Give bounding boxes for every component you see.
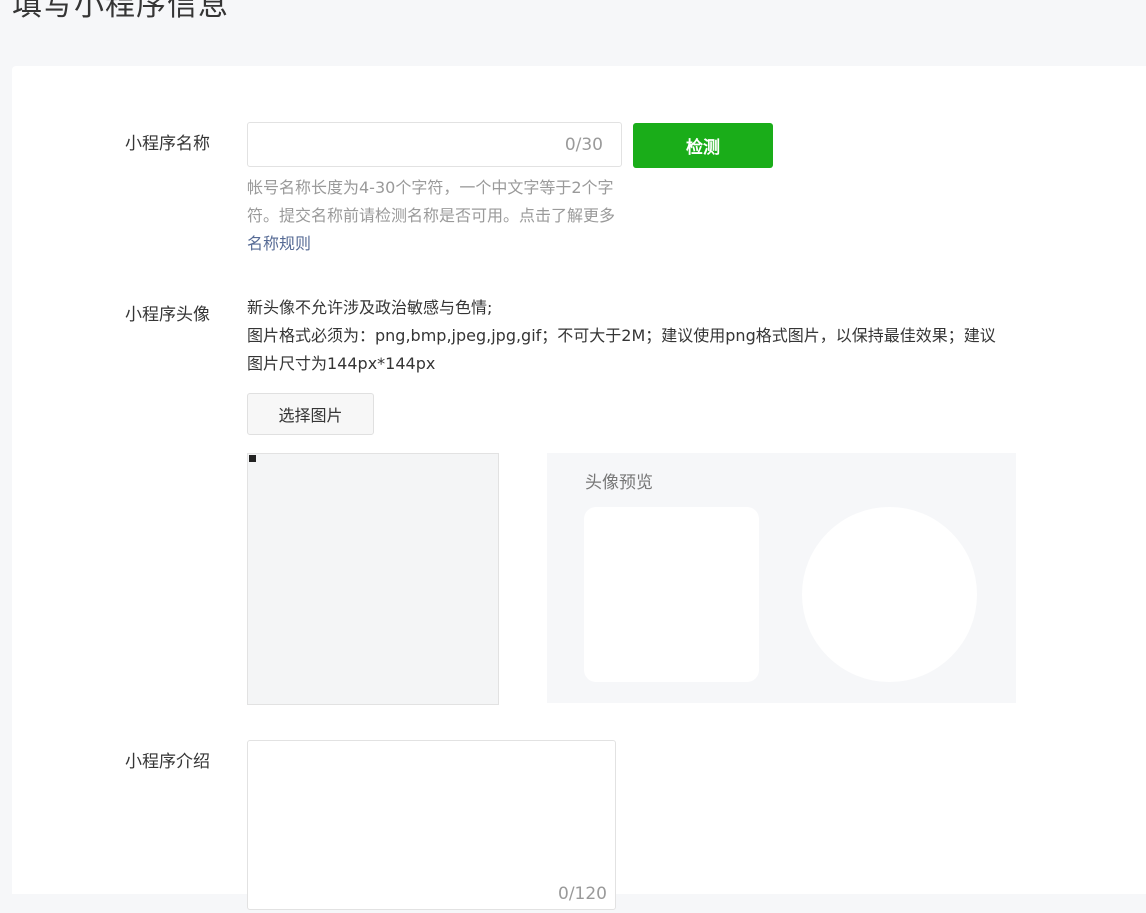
page-title: 填写小程序信息 — [12, 0, 229, 23]
avatar-tip-line1: 新头像不允许涉及政治敏感与色情; — [247, 298, 493, 317]
choose-image-button[interactable]: 选择图片 — [247, 393, 374, 435]
name-char-counter: 0/30 — [564, 135, 603, 155]
avatar-preview-panel: 头像预览 — [547, 453, 1016, 703]
name-rules-link[interactable]: 名称规则 — [247, 234, 311, 253]
name-tip: 帐号名称长度为4-30个字符，一个中文字等于2个字符。提交名称前请检测名称是否可… — [247, 174, 622, 258]
avatar-preview-square — [584, 507, 759, 682]
intro-label: 小程序介绍 — [125, 752, 210, 772]
intro-char-counter: 0/120 — [558, 884, 607, 904]
avatar-tip: 新头像不允许涉及政治敏感与色情; 图片格式必须为：png,bmp,jpeg,jp… — [247, 294, 1007, 378]
name-input-wrapper: 0/30 — [247, 122, 622, 167]
name-input[interactable] — [248, 123, 548, 166]
check-name-button[interactable]: 检测 — [633, 123, 773, 168]
name-tip-text: 帐号名称长度为4-30个字符，一个中文字等于2个字符。提交名称前请检测名称是否可… — [247, 178, 616, 225]
crop-handle[interactable] — [249, 455, 256, 462]
avatar-tip-line2: 图片格式必须为：png,bmp,jpeg,jpg,gif；不可大于2M；建议使用… — [247, 326, 996, 373]
name-label: 小程序名称 — [125, 134, 210, 154]
intro-input-wrapper: 0/120 — [247, 740, 616, 910]
avatar-label: 小程序头像 — [125, 305, 210, 325]
avatar-preview-circle — [802, 507, 977, 682]
avatar-crop-area[interactable] — [247, 453, 499, 705]
preview-title: 头像预览 — [585, 473, 653, 493]
